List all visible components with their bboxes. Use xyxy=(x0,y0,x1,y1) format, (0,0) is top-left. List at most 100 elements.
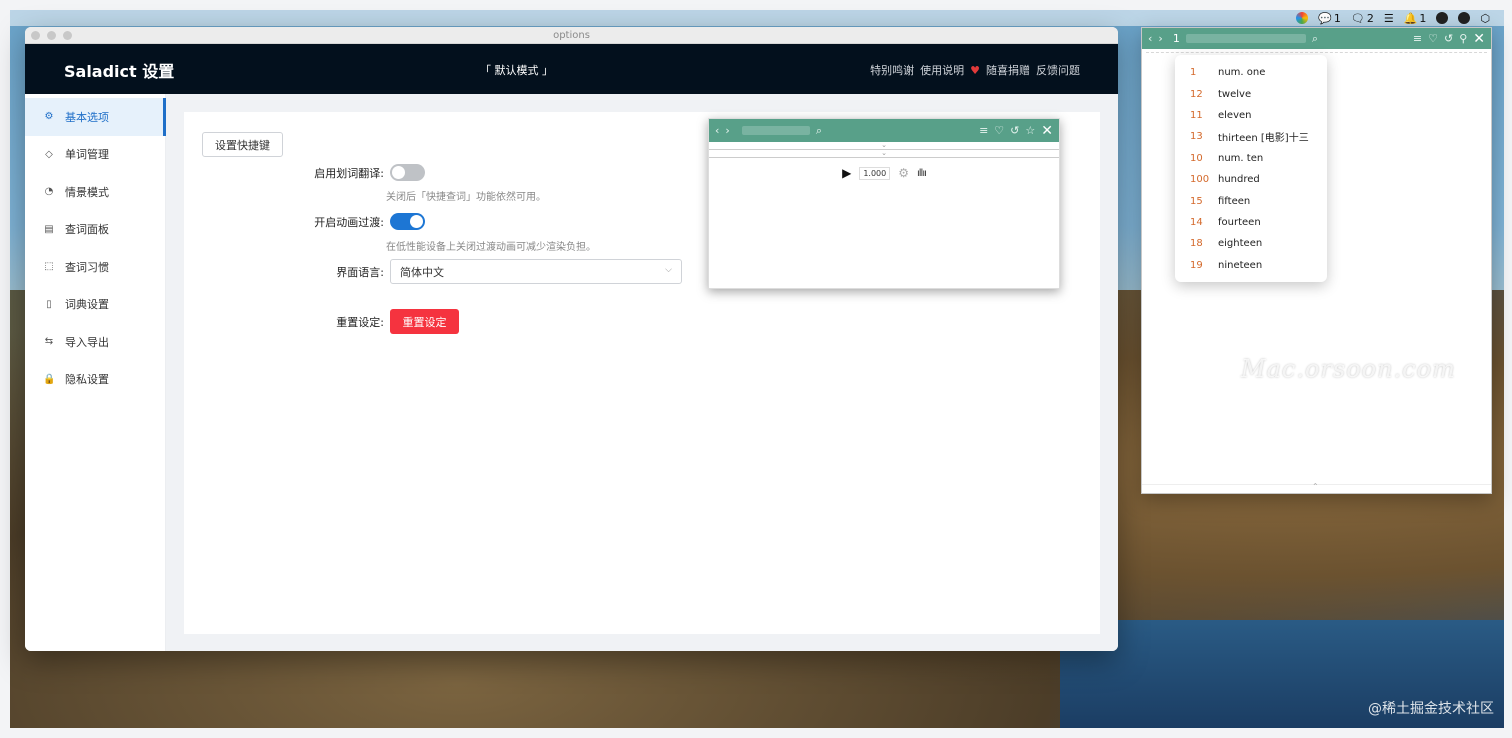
minimize-window-button[interactable] xyxy=(47,31,56,40)
suggestion-item[interactable]: 18 eighteen xyxy=(1175,233,1327,254)
qq-icon[interactable]: 🔔 1 xyxy=(1404,12,1427,25)
sidebar-item-words[interactable]: ◇ 单词管理 xyxy=(25,136,165,174)
dict-toolbar: ‹ › 1 ⌕ ≡ ♡ ↺ ⚲ ✕ xyxy=(1142,28,1491,49)
heart-icon[interactable]: ♡ xyxy=(1428,32,1438,45)
suggestion-item[interactable]: 19 nineteen xyxy=(1175,255,1327,276)
suggestion-item[interactable]: 1 num. one xyxy=(1175,62,1327,83)
language-select[interactable]: 简体中文 ⌵ xyxy=(390,259,682,284)
selection-translate-row: 启用划词翻译: xyxy=(294,164,425,181)
options-window: options Saladict 设置 「 默认模式 」 特别鸣谢 使用说明 ♥… xyxy=(25,27,1118,651)
animation-help: 在低性能设备上关闭过渡动画可减少渲染负担。 xyxy=(386,242,596,253)
divider xyxy=(1146,52,1487,53)
credit-watermark: @稀土掘金技术社区 xyxy=(1368,701,1494,717)
sidebar-item-privacy[interactable]: 🔒 隐私设置 xyxy=(25,361,165,399)
sidebar-item-label: 查词习惯 xyxy=(65,260,109,274)
language-row: 界面语言: 简体中文 ⌵ xyxy=(294,259,682,284)
playback-rate[interactable]: 1.000 xyxy=(859,166,891,180)
chevron-up-icon[interactable]: ⌃ xyxy=(1312,482,1319,491)
reset-button[interactable]: 重置设定 xyxy=(390,309,459,334)
sidebar-item-dict-panel[interactable]: ▤ 查词面板 xyxy=(25,211,165,249)
heart-icon[interactable]: ♡ xyxy=(994,124,1004,137)
window-titlebar: options xyxy=(25,27,1118,44)
sidebar-item-label: 基本选项 xyxy=(65,110,109,124)
back-icon[interactable]: ‹ xyxy=(715,124,719,137)
robot-icon[interactable] xyxy=(1436,12,1449,24)
donate-link[interactable]: 随喜捐赠 xyxy=(986,62,1030,78)
menu-bar: 💬 1 🗨 2 ☰ 🔔 1 ⬡ xyxy=(10,10,1504,26)
history-icon[interactable]: ↺ xyxy=(1444,32,1453,45)
chat-bubbles-icon[interactable]: 🗨 2 xyxy=(1351,12,1374,25)
suggestion-item[interactable]: 100 hundred xyxy=(1175,169,1327,190)
manual-link[interactable]: 使用说明 xyxy=(920,62,964,78)
history-icon[interactable]: ↺ xyxy=(1010,124,1019,137)
face-icon[interactable] xyxy=(1458,12,1471,24)
search-icon[interactable]: ⌕ xyxy=(1312,32,1318,46)
toggle-knob xyxy=(410,215,423,228)
animation-row: 开启动画过渡: xyxy=(294,213,425,230)
close-window-button[interactable] xyxy=(31,31,40,40)
settings-panel: 设置快捷键 启用划词翻译: 关闭后「快捷查词」功能依然可用。 开启动画过渡: 在… xyxy=(184,112,1100,634)
menu-icon[interactable]: ≡ xyxy=(979,124,988,137)
search-icon[interactable]: ⌕ xyxy=(816,124,822,138)
mode-label[interactable]: 「 默认模式 」 xyxy=(480,62,553,78)
thanks-link[interactable]: 特别鸣谢 xyxy=(870,62,914,78)
chevron-down-icon[interactable]: ⌄ xyxy=(709,150,1059,158)
app-header: Saladict 设置 「 默认模式 」 特别鸣谢 使用说明 ♥ 随喜捐赠 反馈… xyxy=(25,44,1118,94)
suggestion-item[interactable]: 13 thirteen [电影]十三 xyxy=(1175,126,1327,147)
suggestion-item[interactable]: 12 twelve xyxy=(1175,83,1327,104)
select-icon: ⬚ xyxy=(44,261,54,273)
feedback-link[interactable]: 反馈问题 xyxy=(1036,62,1080,78)
sidebar-item-dictionaries[interactable]: ▯ 词典设置 xyxy=(25,286,165,324)
close-icon[interactable]: ✕ xyxy=(1473,31,1485,47)
suggestion-item[interactable]: 11 eleven xyxy=(1175,105,1327,126)
set-shortcut-button[interactable]: 设置快捷键 xyxy=(202,132,283,157)
window-title: options xyxy=(553,30,590,41)
pin-icon[interactable]: ⚲ xyxy=(1459,32,1467,45)
header-links: 特别鸣谢 使用说明 ♥ 随喜捐赠 反馈问题 xyxy=(870,62,1080,78)
sidebar-item-label: 情景模式 xyxy=(65,185,109,199)
status-tray: 💬 1 🗨 2 ☰ 🔔 1 ⬡ xyxy=(1296,10,1490,26)
stack-icon[interactable]: ☰ xyxy=(1384,12,1394,25)
suggestion-item[interactable]: 10 num. ten xyxy=(1175,148,1327,169)
pin-icon[interactable]: ☆ xyxy=(1025,124,1035,137)
menu-icon[interactable]: ≡ xyxy=(1413,32,1422,45)
play-icon[interactable]: ▶ xyxy=(842,166,851,180)
box-icon[interactable]: ⬡ xyxy=(1480,12,1490,25)
sidebar-item-import-export[interactable]: ⇆ 导入导出 xyxy=(25,323,165,361)
tag-icon: ◇ xyxy=(45,148,53,160)
forward-icon[interactable]: › xyxy=(725,124,729,137)
suggestion-item[interactable]: 14 fourteen xyxy=(1175,212,1327,233)
heart-icon: ♥ xyxy=(970,63,980,77)
preview-search-input[interactable] xyxy=(741,126,810,135)
sidebar-item-general[interactable]: ⚙ 基本选项 xyxy=(25,98,166,136)
color-wheel-icon[interactable] xyxy=(1296,12,1309,24)
selection-translate-toggle[interactable] xyxy=(390,164,425,181)
lock-icon: 🔒 xyxy=(43,373,56,385)
settings-icon[interactable]: ⚙ xyxy=(898,166,909,180)
suggestion-item[interactable]: 15 fifteen xyxy=(1175,190,1327,211)
sidebar-item-profiles[interactable]: ◔ 情景模式 xyxy=(25,173,165,211)
dict-search-input[interactable]: 1 xyxy=(1173,32,1180,45)
preview-toolbar: ‹ › ⌕ ≡ ♡ ↺ ☆ ✕ xyxy=(709,119,1059,142)
sidebar: ⚙ 基本选项 ◇ 单词管理 ◔ 情景模式 ▤ 查词面板 ⬚ 查词习惯 ▯ 词典设… xyxy=(25,94,166,651)
window-body: ⚙ 基本选项 ◇ 单词管理 ◔ 情景模式 ▤ 查词面板 ⬚ 查词习惯 ▯ 词典设… xyxy=(25,94,1118,651)
animation-toggle[interactable] xyxy=(390,213,425,230)
language-value: 简体中文 xyxy=(400,265,444,279)
search-input-blur xyxy=(1185,34,1306,43)
selection-translate-label: 启用划词翻译: xyxy=(314,166,384,180)
sidebar-item-label: 导入导出 xyxy=(65,335,109,349)
toggle-knob xyxy=(392,166,405,179)
zoom-window-button[interactable] xyxy=(63,31,72,40)
panel-icon: ▤ xyxy=(44,223,54,235)
forward-icon[interactable]: › xyxy=(1158,32,1162,45)
wechat-icon[interactable]: 💬 1 xyxy=(1318,12,1341,25)
waveform-icon[interactable]: ıllıı xyxy=(917,168,927,179)
selection-translate-help: 关闭后「快捷查词」功能依然可用。 xyxy=(386,192,546,203)
sidebar-item-search-habits[interactable]: ⬚ 查词习惯 xyxy=(25,248,165,286)
animation-label: 开启动画过渡: xyxy=(314,215,384,229)
close-icon[interactable]: ✕ xyxy=(1041,123,1053,139)
back-icon[interactable]: ‹ xyxy=(1148,32,1152,45)
sidebar-item-label: 词典设置 xyxy=(65,298,109,312)
sidebar-item-label: 查词面板 xyxy=(65,223,109,237)
dashboard-icon: ◔ xyxy=(44,186,54,198)
